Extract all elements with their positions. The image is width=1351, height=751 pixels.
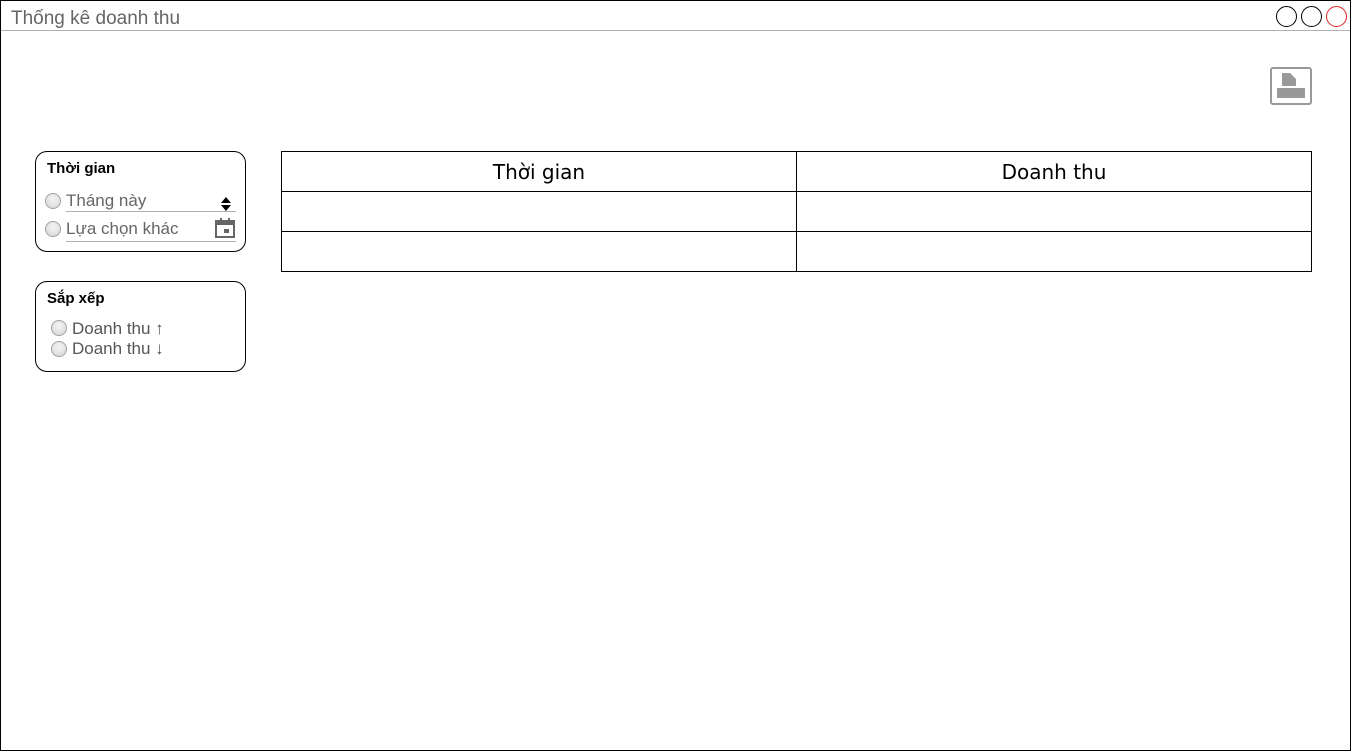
this-month-label: Tháng này: [66, 191, 147, 210]
custom-range-label: Lựa chọn khác: [66, 219, 179, 238]
sort-title: Sắp xếp: [47, 290, 105, 307]
column-header-revenue: Doanh thu: [796, 151, 1312, 192]
table-cell-time: [281, 191, 797, 232]
export-button[interactable]: [1270, 67, 1312, 105]
table-row[interactable]: [281, 191, 1312, 232]
stepper-icon[interactable]: [220, 196, 232, 217]
time-filter-title: Thời gian: [47, 160, 116, 177]
time-filter-panel: Thời gian Tháng này Lựa chọn khác: [35, 151, 246, 252]
title-bar: Thống kê doanh thu: [1, 1, 1350, 31]
radio-revenue-asc[interactable]: [51, 320, 67, 336]
table-header-row: Thời gian Doanh thu: [281, 151, 1312, 192]
export-icon: [1277, 73, 1305, 98]
radio-revenue-desc[interactable]: [51, 341, 67, 357]
custom-range-field-underline: [66, 241, 236, 242]
radio-this-month[interactable]: [45, 193, 61, 209]
table-cell-time: [281, 231, 797, 272]
sort-panel: Sắp xếp Doanh thu ↑ Doanh thu ↓: [35, 281, 246, 372]
column-header-time: Thời gian: [281, 151, 797, 192]
radio-custom-range[interactable]: [45, 221, 61, 237]
calendar-icon[interactable]: [214, 217, 236, 244]
revenue-table: Thời gian Doanh thu: [281, 151, 1312, 272]
revenue-desc-label: Doanh thu ↓: [72, 339, 164, 358]
window-title: Thống kê doanh thu: [11, 8, 181, 29]
this-month-field-underline: [66, 211, 236, 212]
table-cell-revenue: [796, 191, 1312, 232]
maximize-button[interactable]: [1301, 6, 1322, 27]
close-button[interactable]: [1326, 6, 1347, 27]
table-cell-revenue: [796, 231, 1312, 272]
table-row[interactable]: [281, 231, 1312, 272]
revenue-asc-label: Doanh thu ↑: [72, 319, 164, 338]
minimize-button[interactable]: [1276, 6, 1297, 27]
app-window: Thống kê doanh thu Thời gian Tháng này L…: [0, 0, 1351, 751]
